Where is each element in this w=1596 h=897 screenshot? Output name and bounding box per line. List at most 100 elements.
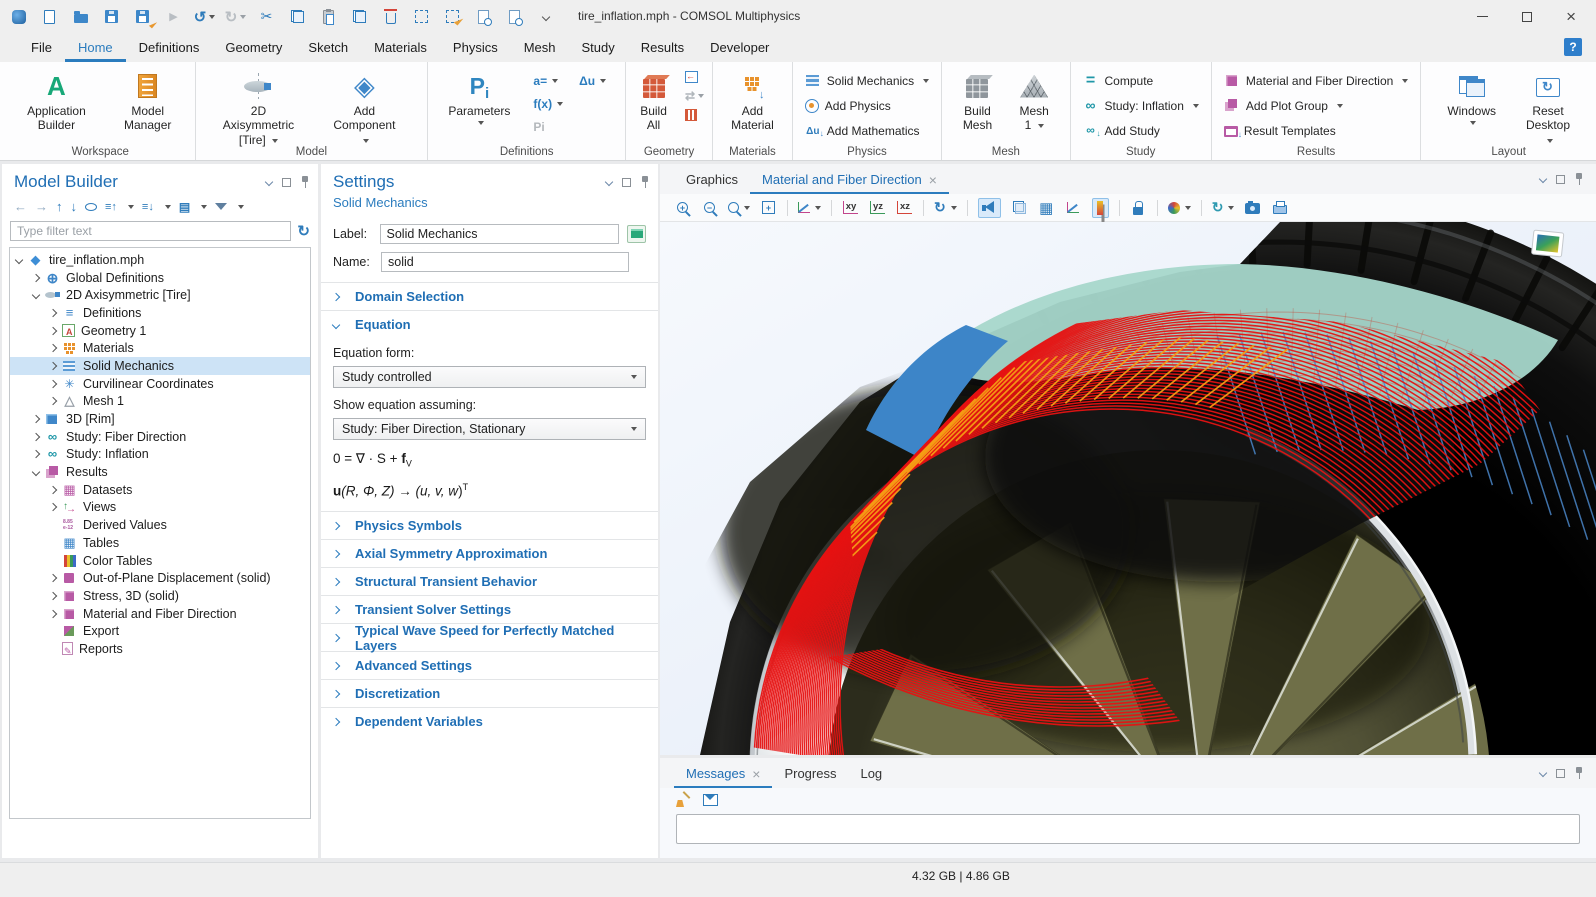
- menu-tab-study[interactable]: Study: [569, 33, 628, 62]
- select-box-button[interactable]: [413, 8, 430, 25]
- parameters-button[interactable]: Parameters: [444, 68, 514, 128]
- rename-button[interactable]: [627, 225, 646, 243]
- tree-item-definitions[interactable]: Definitions: [10, 304, 310, 322]
- tree-item-mesh-1[interactable]: Mesh 1: [10, 393, 310, 411]
- menu-tab-results[interactable]: Results: [628, 33, 697, 62]
- copy-button[interactable]: [289, 8, 306, 25]
- equation-form-select[interactable]: Study controlled: [333, 366, 646, 388]
- parameter-case-button[interactable]: Pi: [530, 116, 566, 138]
- save-button[interactable]: [103, 8, 120, 25]
- delete-button[interactable]: [382, 8, 399, 25]
- chevron-right-icon[interactable]: [32, 450, 40, 458]
- component-node-button[interactable]: 2D Axisymmetric [Tire]: [218, 68, 300, 150]
- pin-panel-icon[interactable]: [300, 176, 310, 188]
- pin-panel-icon[interactable]: [640, 176, 650, 188]
- refresh-filter-icon[interactable]: ↻: [297, 222, 310, 240]
- paste-button[interactable]: [320, 8, 337, 25]
- panel-menu-icon[interactable]: [1540, 176, 1547, 183]
- open-file-button[interactable]: [72, 8, 89, 25]
- panel-menu-icon[interactable]: [1540, 770, 1547, 777]
- tree-item-material-and-fiber-direction[interactable]: Material and Fiber Direction: [10, 605, 310, 623]
- settings-section-transient-solver-settings[interactable]: Transient Solver Settings: [321, 595, 658, 623]
- maximize-button[interactable]: [1522, 12, 1532, 22]
- minimize-button[interactable]: [1477, 16, 1488, 17]
- tree-item-solid-mechanics[interactable]: Solid Mechanics: [10, 357, 310, 375]
- menu-tab-sketch[interactable]: Sketch: [295, 33, 361, 62]
- chevron-right-icon[interactable]: [49, 326, 57, 334]
- reset-desktop-button[interactable]: Reset Desktop: [1522, 68, 1574, 150]
- settings-section-typical-wave-speed-for-perfectly-matched-layers[interactable]: Typical Wave Speed for Perfectly Matched…: [321, 623, 658, 651]
- menu-tab-mesh[interactable]: Mesh: [511, 33, 569, 62]
- tree-item-materials[interactable]: Materials: [10, 339, 310, 357]
- settings-section-advanced-settings[interactable]: Advanced Settings: [321, 651, 658, 679]
- chevron-down-icon[interactable]: [32, 291, 40, 299]
- variables-button[interactable]: a=: [530, 70, 566, 92]
- customize-toolbar-button[interactable]: [537, 8, 554, 25]
- settings-section-structural-transient-behavior[interactable]: Structural Transient Behavior: [321, 567, 658, 595]
- label-input[interactable]: [380, 224, 619, 244]
- help-button[interactable]: ?: [1564, 38, 1582, 56]
- messages-console[interactable]: [676, 814, 1580, 844]
- chevron-right-icon[interactable]: [49, 486, 57, 494]
- chevron-right-icon[interactable]: [32, 415, 40, 423]
- menu-tab-physics[interactable]: Physics: [440, 33, 511, 62]
- settings-section-physics-symbols[interactable]: Physics Symbols: [321, 511, 658, 539]
- log-tab[interactable]: Log: [848, 759, 894, 788]
- grid-toggle[interactable]: [1038, 198, 1055, 218]
- pin-panel-icon[interactable]: [1574, 173, 1584, 185]
- messages-tab[interactable]: Messages×: [674, 759, 772, 788]
- tree-item-datasets[interactable]: Datasets: [10, 481, 310, 499]
- undo-button[interactable]: [196, 8, 213, 25]
- tree-item-global-definitions[interactable]: Global Definitions: [10, 269, 310, 287]
- scene-light-toggle[interactable]: [978, 198, 1001, 218]
- back-icon[interactable]: ←: [14, 199, 27, 214]
- menu-tab-definitions[interactable]: Definitions: [126, 33, 213, 62]
- clear-selection-button[interactable]: [444, 8, 461, 25]
- menu-tab-materials[interactable]: Materials: [361, 33, 440, 62]
- transparency-toggle[interactable]: [1011, 198, 1028, 218]
- menu-tab-file[interactable]: File: [18, 33, 65, 62]
- move-down-icon[interactable]: ↓: [71, 199, 78, 214]
- view-xz-button[interactable]: xz: [896, 198, 913, 218]
- axes-toggle[interactable]: [1065, 198, 1082, 218]
- tree-item-2d-axisymmetric-tire[interactable]: 2D Axisymmetric [Tire]: [10, 286, 310, 304]
- tree-item-study-fiber-direction[interactable]: Study: Fiber Direction: [10, 428, 310, 446]
- forward-icon[interactable]: →: [35, 199, 48, 214]
- settings-section-domain-selection[interactable]: Domain Selection: [321, 282, 658, 310]
- print-button[interactable]: [1271, 198, 1288, 218]
- application-builder-button[interactable]: Application Builder: [14, 68, 99, 136]
- settings-section-discretization[interactable]: Discretization: [321, 679, 658, 707]
- result-templates-button[interactable]: Result Templates: [1220, 118, 1412, 143]
- clear-messages-icon[interactable]: [676, 793, 691, 807]
- collapse-all-icon[interactable]: ≡↓: [142, 201, 154, 213]
- close-tab-icon[interactable]: ×: [752, 769, 760, 779]
- chevron-down-icon[interactable]: [32, 468, 40, 476]
- float-panel-icon[interactable]: [622, 178, 631, 187]
- parts-icon[interactable]: [685, 109, 697, 121]
- cut-button[interactable]: [258, 8, 275, 25]
- tree-item-3d-rim[interactable]: 3D [Rim]: [10, 410, 310, 428]
- tree-item-export[interactable]: Export: [10, 622, 310, 640]
- tree-item-tables[interactable]: Tables: [10, 534, 310, 552]
- chevron-right-icon[interactable]: [49, 397, 57, 405]
- plot-lock-button[interactable]: [1130, 198, 1147, 218]
- close-tab-icon[interactable]: ×: [929, 175, 937, 185]
- chevron-right-icon[interactable]: [49, 309, 57, 317]
- save-as-button[interactable]: [134, 8, 151, 25]
- menu-tab-geometry[interactable]: Geometry: [212, 33, 295, 62]
- material-and-fiber-direction-tab[interactable]: Material and Fiber Direction×: [750, 165, 949, 194]
- settings-section-dependent-variables[interactable]: Dependent Variables: [321, 707, 658, 735]
- add-physics-button[interactable]: Add Physics: [801, 93, 933, 118]
- show-equation-select[interactable]: Study: Fiber Direction, Stationary: [333, 418, 646, 440]
- add-material-button[interactable]: Add Material: [727, 68, 778, 136]
- tree-item-stress-3d-solid[interactable]: Stress, 3D (solid): [10, 587, 310, 605]
- tree-item-tire-inflation-mph[interactable]: tire_inflation.mph: [10, 251, 310, 269]
- new-file-button[interactable]: [41, 8, 58, 25]
- chevron-right-icon[interactable]: [49, 362, 57, 370]
- nonlocal-couplings-button[interactable]: Δu: [576, 70, 609, 92]
- tree-item-color-tables[interactable]: Color Tables: [10, 552, 310, 570]
- build-mesh-button[interactable]: Build Mesh: [956, 68, 999, 136]
- add-plot-group-button[interactable]: Add Plot Group: [1220, 93, 1412, 118]
- redo-button[interactable]: [227, 8, 244, 25]
- move-up-icon[interactable]: ↑: [56, 199, 63, 214]
